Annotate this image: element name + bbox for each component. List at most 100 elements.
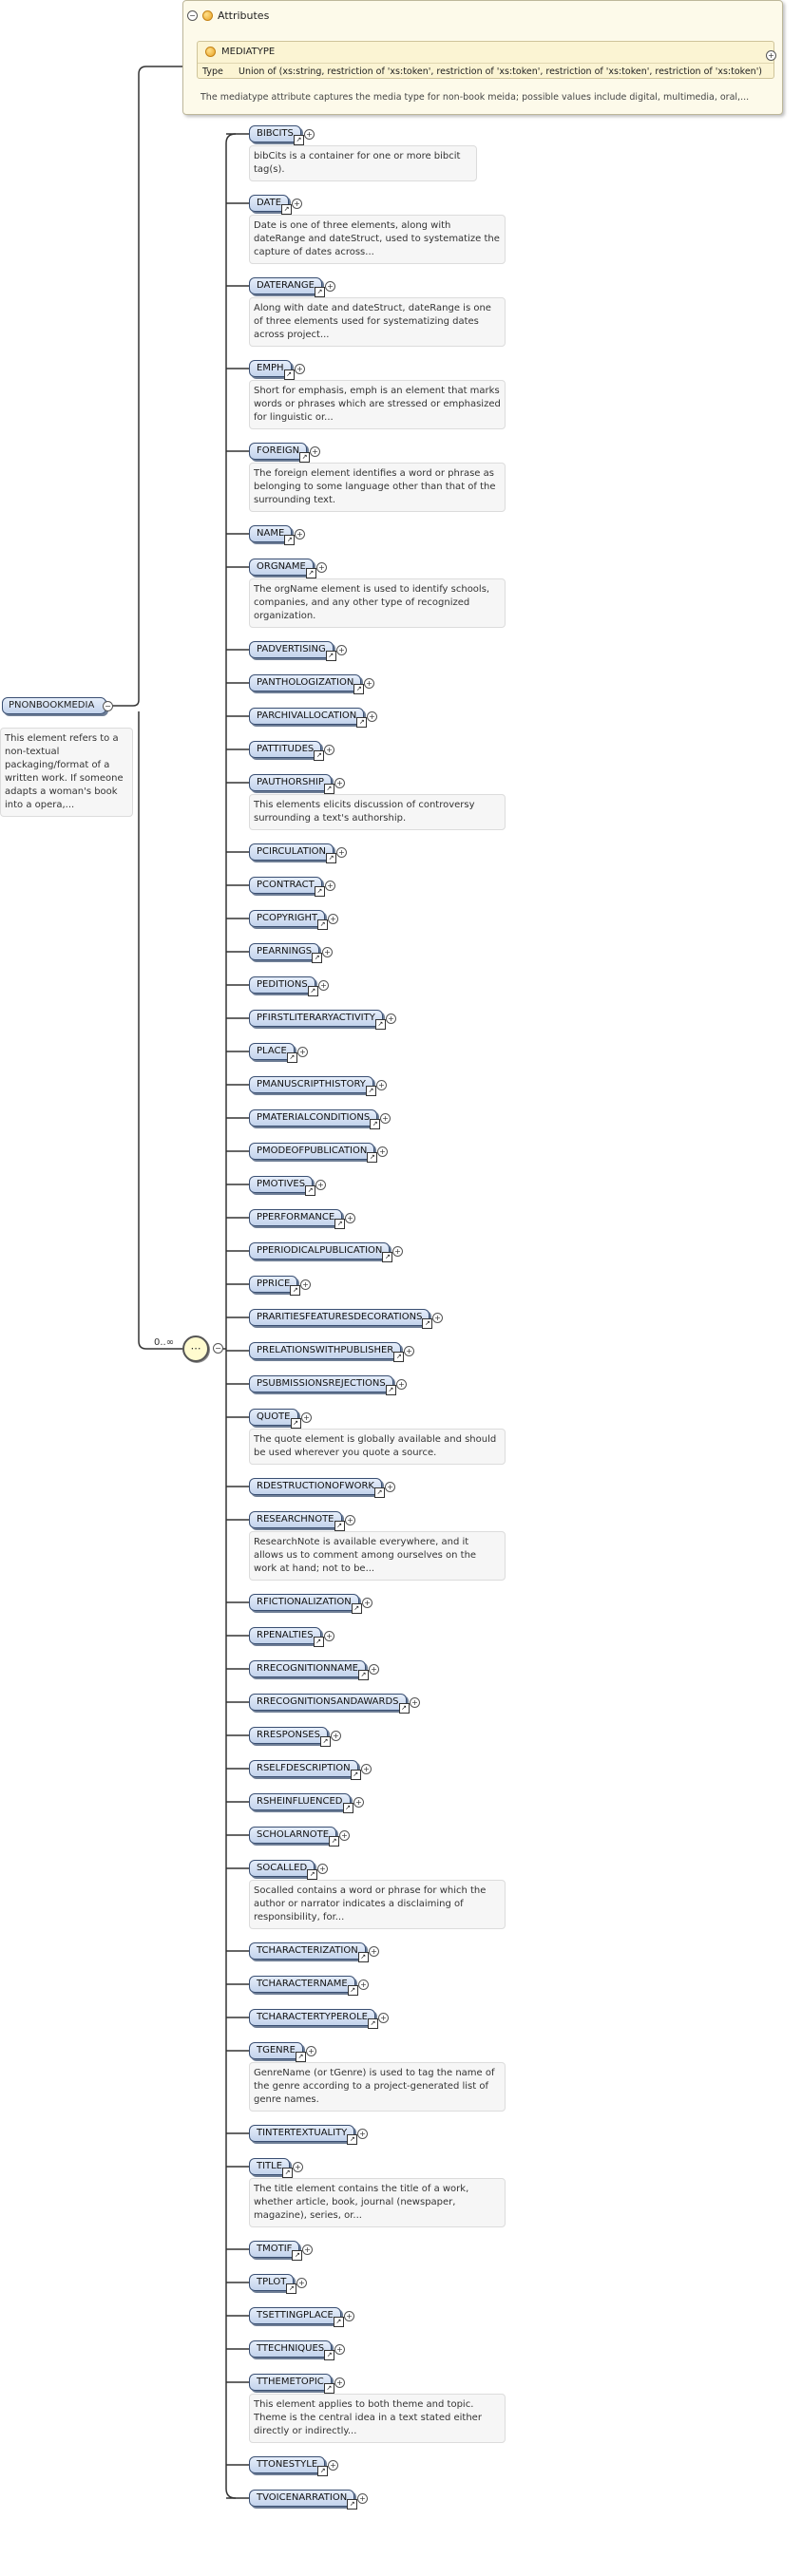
sequence-compositor-icon[interactable]: ⋯ [182,1335,209,1362]
expand-icon[interactable]: + [367,711,377,722]
collapse-icon[interactable]: − [187,10,198,21]
expand-icon[interactable]: + [322,947,333,957]
expand-icon[interactable]: + [404,1346,414,1356]
element-pmanuscripthistory[interactable]: PMANUSCRIPTHISTORY ↗ [249,1076,376,1096]
expand-icon[interactable]: + [325,281,335,292]
element-pmotives[interactable]: PMOTIVES ↗ [249,1176,316,1196]
expand-icon[interactable]: + [301,1412,312,1423]
expand-icon[interactable]: + [334,778,345,788]
expand-icon[interactable]: + [364,678,374,689]
element-rpenalties[interactable]: RPENALTIES ↗ [249,1627,324,1647]
element-tcharacterization[interactable]: TCHARACTERIZATION ↗ [249,1942,369,1962]
element-tcharactername[interactable]: TCHARACTERNAME ↗ [249,1976,358,1996]
expand-icon[interactable]: + [325,881,335,891]
element-praritiesfeaturesdecorations[interactable]: PRARITIESFEATURESDECORATIONS ↗ [249,1309,433,1329]
element-researchnote[interactable]: RESEARCHNOTE ↗ [249,1511,345,1531]
expand-icon[interactable]: + [353,1797,364,1808]
expand-icon[interactable]: + [377,1146,388,1157]
expand-icon[interactable]: + [339,1830,350,1841]
element-pattitudes[interactable]: PATTITUDES ↗ [249,741,325,761]
element-ttechniques[interactable]: TTECHNIQUES ↗ [249,2340,335,2360]
sequence-collapse-icon[interactable]: − [213,1343,223,1354]
expand-icon[interactable]: + [378,2013,389,2023]
root-element[interactable]: PNONBOOKMEDIA [2,697,106,714]
element-peditions[interactable]: PEDITIONS ↗ [249,976,318,996]
element-pprice[interactable]: PPRICE ↗ [249,1276,301,1296]
element-rresponses[interactable]: RRESPONSES ↗ [249,1727,331,1747]
element-tintertextuality[interactable]: TINTERTEXTUALITY ↗ [249,2125,358,2145]
expand-icon[interactable]: + [310,446,320,457]
element-pcopyright[interactable]: PCOPYRIGHT ↗ [249,910,329,930]
expand-icon[interactable]: + [345,1515,355,1525]
expand-icon[interactable]: + [302,2245,313,2255]
expand-icon[interactable]: + [331,1731,341,1741]
element-rrecognitionsandawards[interactable]: RRECOGNITIONSANDAWARDS ↗ [249,1694,410,1714]
element-panthologization[interactable]: PANTHOLOGIZATION ↗ [249,674,365,694]
expand-icon[interactable]: + [336,645,347,655]
element-socalled[interactable]: SOCALLED ↗ [249,1860,318,1880]
element-pauthorship[interactable]: PAUTHORSHIP ↗ [249,774,334,794]
element-name[interactable]: NAME ↗ [249,525,296,545]
expand-icon[interactable]: + [295,364,305,374]
element-daterange[interactable]: DATERANGE ↗ [249,277,325,297]
element-ttonestyle[interactable]: TTONESTYLE ↗ [249,2456,329,2476]
expand-icon[interactable]: + [295,529,305,540]
expand-icon[interactable]: + [300,1279,311,1290]
expand-icon[interactable]: + [296,2278,307,2288]
expand-icon[interactable]: + [345,1213,355,1223]
expand-icon[interactable]: + [392,1246,403,1257]
expand-icon[interactable]: + [369,1664,379,1675]
element-pmodeofpublication[interactable]: PMODEOFPUBLICATION ↗ [249,1143,378,1163]
expand-icon[interactable]: + [315,1180,326,1190]
element-tthemetopic[interactable]: TTHEMETOPIC ↗ [249,2374,334,2394]
expand-icon[interactable]: + [324,1631,334,1641]
element-foreign[interactable]: FOREIGN ↗ [249,443,311,463]
expand-icon[interactable]: + [376,1080,387,1090]
element-pmaterialconditions[interactable]: PMATERIALCONDITIONS ↗ [249,1109,381,1129]
expand-icon[interactable]: + [318,980,329,991]
expand-icon[interactable]: + [357,2493,368,2504]
expand-icon[interactable]: + [334,2377,345,2388]
element-date[interactable]: DATE ↗ [249,195,293,215]
expand-icon[interactable]: + [344,2311,354,2321]
expand-icon[interactable]: + [292,199,302,209]
attribute-mediatype[interactable]: MEDIATYPE Type Union of (xs:string, rest… [197,41,774,79]
element-scholarnote[interactable]: SCHOLARNOTE ↗ [249,1827,340,1847]
element-emph[interactable]: EMPH ↗ [249,360,295,380]
expand-icon[interactable]: + [357,2129,368,2139]
expand-icon[interactable]: + [358,1979,369,1990]
element-tcharactertyperole[interactable]: TCHARACTERTYPEROLE ↗ [249,2009,378,2029]
element-rsheinfluenced[interactable]: RSHEINFLUENCED ↗ [249,1793,353,1813]
element-pearnings[interactable]: PEARNINGS ↗ [249,943,323,963]
element-prelationswithpublisher[interactable]: PRELATIONSWITHPUBLISHER ↗ [249,1342,405,1362]
expand-icon[interactable]: + [410,1697,420,1708]
expand-icon[interactable]: + [396,1379,407,1390]
expand-icon[interactable]: + [293,2162,303,2172]
element-bibcits[interactable]: BIBCITS ↗ [249,125,304,145]
element-psubmissionsrejections[interactable]: PSUBMISSIONSREJECTIONS ↗ [249,1375,396,1395]
element-rrecognitionname[interactable]: RRECOGNITIONNAME ↗ [249,1660,369,1680]
element-rfictionalization[interactable]: RFICTIONALIZATION ↗ [249,1594,362,1614]
element-quote[interactable]: QUOTE ↗ [249,1409,301,1429]
element-tsettingplace[interactable]: TSETTINGPLACE ↗ [249,2307,344,2327]
element-padvertising[interactable]: PADVERTISING ↗ [249,641,336,661]
expand-icon[interactable]: + [385,1482,395,1492]
element-place[interactable]: PLACE ↗ [249,1043,297,1063]
element-orgname[interactable]: ORGNAME ↗ [249,559,316,578]
expand-icon[interactable]: + [324,745,334,755]
expand-icon[interactable]: + [336,847,347,858]
expand-icon[interactable]: + [334,2344,345,2355]
element-tvoicenarration[interactable]: TVOICENARRATION ↗ [249,2490,358,2510]
element-tmotif[interactable]: TMOTIF ↗ [249,2241,303,2261]
expand-icon[interactable]: + [362,1598,372,1608]
element-pperiodicalpublication[interactable]: PPERIODICALPUBLICATION ↗ [249,1242,393,1262]
expand-icon[interactable]: + [316,562,327,573]
expand-icon[interactable]: + [432,1313,443,1323]
expand-icon[interactable]: + [386,1013,396,1024]
expand-icon[interactable]: + [297,1047,308,1057]
expand-icon[interactable]: + [766,50,776,61]
element-rselfdescription[interactable]: RSELFDESCRIPTION ↗ [249,1760,361,1780]
element-pperformance[interactable]: PPERFORMANCE ↗ [249,1209,346,1229]
expand-icon[interactable]: + [369,1946,379,1957]
element-tplot[interactable]: TPLOT ↗ [249,2274,297,2294]
